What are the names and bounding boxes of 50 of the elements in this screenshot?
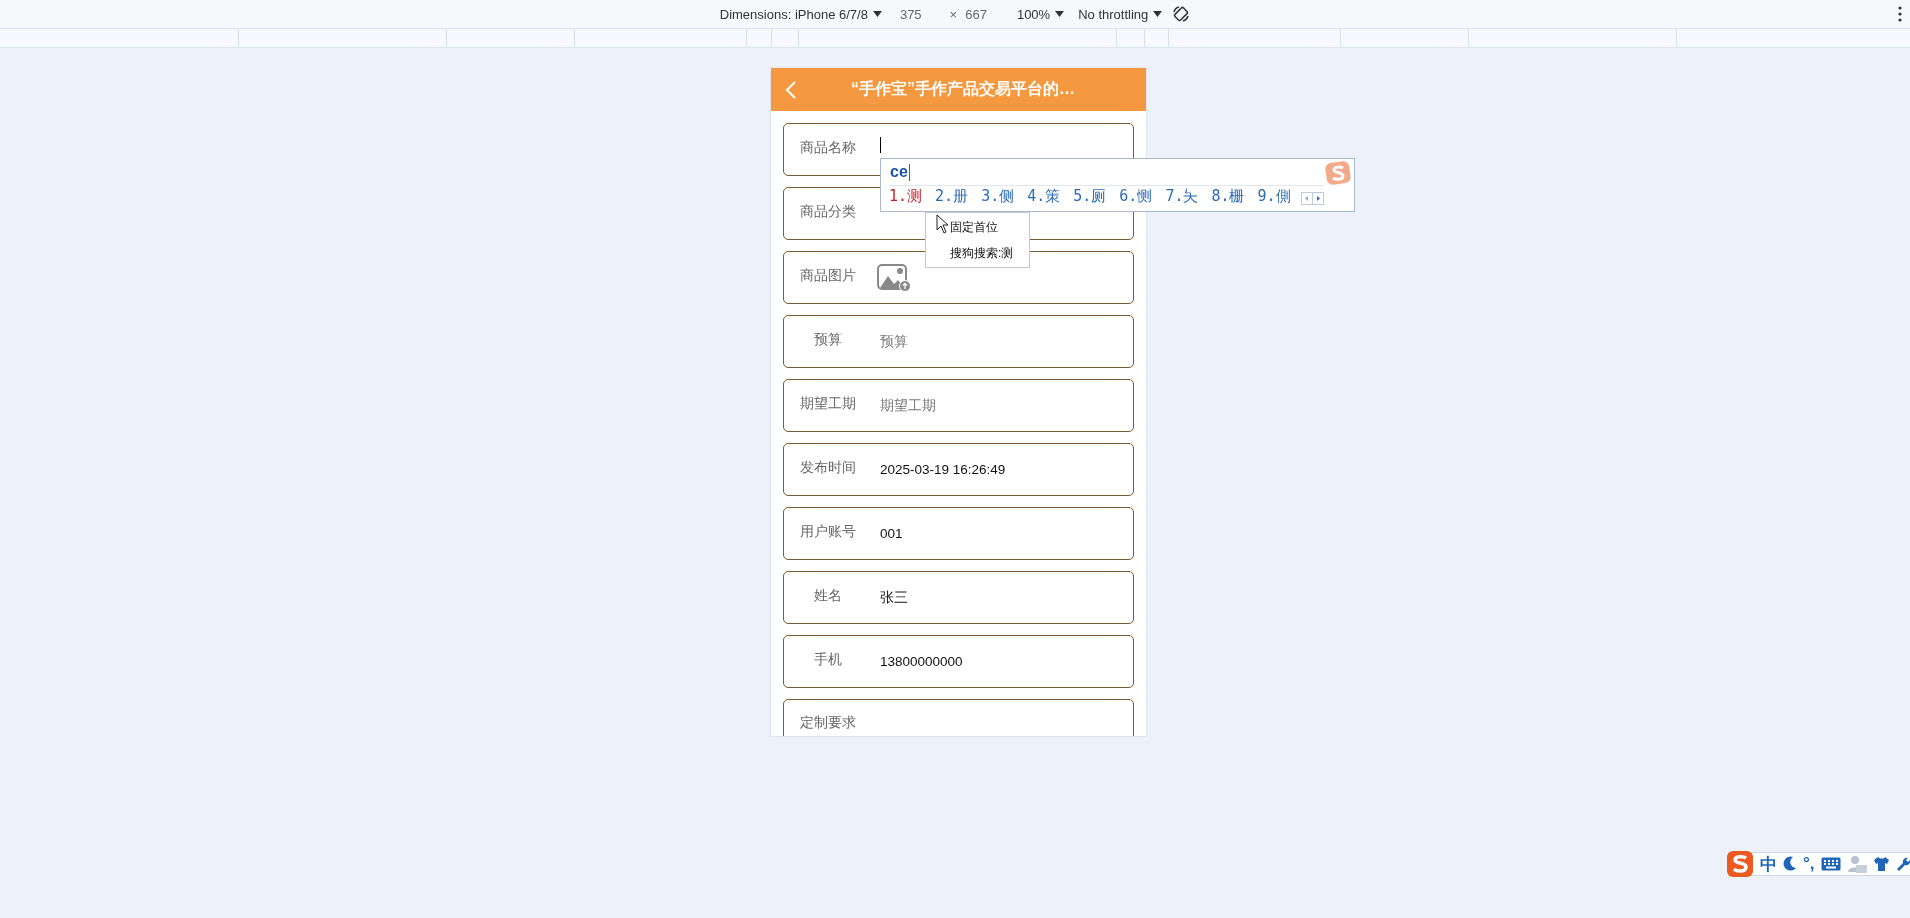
- field-label: 期望工期: [799, 394, 857, 413]
- field-label: 手机: [813, 650, 843, 669]
- field-label: 定制要求: [799, 714, 857, 732]
- field-label: 发布时间: [799, 458, 857, 477]
- field-label: 商品分类: [799, 202, 857, 221]
- candidate-item[interactable]: 1.测: [889, 187, 923, 206]
- height-field[interactable]: 667: [965, 6, 987, 22]
- field-label: 商品名称: [799, 138, 857, 157]
- text-field[interactable]: 2025-03-19 16:26:49: [880, 458, 1133, 481]
- page-buttons[interactable]: [1301, 192, 1324, 205]
- field-label: 姓名: [813, 586, 843, 605]
- composition-text: ce: [890, 163, 910, 181]
- image-upload-icon[interactable]: [877, 263, 911, 292]
- candidate-item[interactable]: 9.側: [1257, 187, 1291, 206]
- text-field[interactable]: 001: [880, 522, 1133, 545]
- text-field[interactable]: 预算: [880, 330, 1133, 353]
- text-field[interactable]: 13800000000: [880, 650, 1133, 673]
- shirt-icon[interactable]: [1872, 856, 1890, 872]
- candidate-item[interactable]: 5.厕: [1073, 187, 1107, 206]
- times-sign: ×: [949, 6, 958, 22]
- field-label: 预算: [813, 330, 843, 349]
- menu-item[interactable]: 固定首位: [926, 217, 1029, 237]
- candidate-item[interactable]: 3.侧: [981, 187, 1015, 206]
- candidate-item[interactable]: 4.策: [1027, 187, 1061, 206]
- ime-logo-icon[interactable]: [1726, 850, 1754, 878]
- input-mode-toggle[interactable]: 中: [1760, 852, 1777, 876]
- page-title: “手作宝”手作产品交易平台的…: [851, 79, 1075, 99]
- ime-logo-icon: [1325, 161, 1351, 185]
- menu-item[interactable]: 搜狗搜索:测: [926, 243, 1029, 263]
- device-dropdown[interactable]: Dimensions: iPhone 6/7/8: [719, 6, 882, 22]
- throttling-dropdown[interactable]: No throttling: [1078, 6, 1163, 22]
- candidate-item[interactable]: 6.恻: [1119, 187, 1153, 206]
- candidate-item[interactable]: 7.夨: [1165, 187, 1199, 206]
- candidate-item[interactable]: 2.册: [935, 187, 969, 206]
- wrench-icon[interactable]: [1895, 856, 1910, 872]
- field-label: 商品图片: [799, 266, 857, 285]
- caret-icon: [1153, 11, 1163, 17]
- field-label: 用户账号: [799, 522, 857, 541]
- moon-icon[interactable]: [1783, 856, 1797, 872]
- rotate-icon[interactable]: [1172, 5, 1191, 23]
- keyboard-icon[interactable]: [1820, 857, 1841, 871]
- candidate-item[interactable]: 8.栅: [1211, 187, 1245, 206]
- punctuation-toggle[interactable]: °,: [1803, 854, 1815, 874]
- caret-icon: [1055, 11, 1065, 17]
- text-field[interactable]: 张三: [880, 586, 1133, 609]
- more-icon[interactable]: [1898, 6, 1902, 22]
- text-field[interactable]: 期望工期: [880, 394, 1133, 417]
- caret-icon: [872, 11, 882, 17]
- zoom-dropdown[interactable]: 100%: [1016, 6, 1065, 22]
- width-field[interactable]: 375: [899, 6, 922, 22]
